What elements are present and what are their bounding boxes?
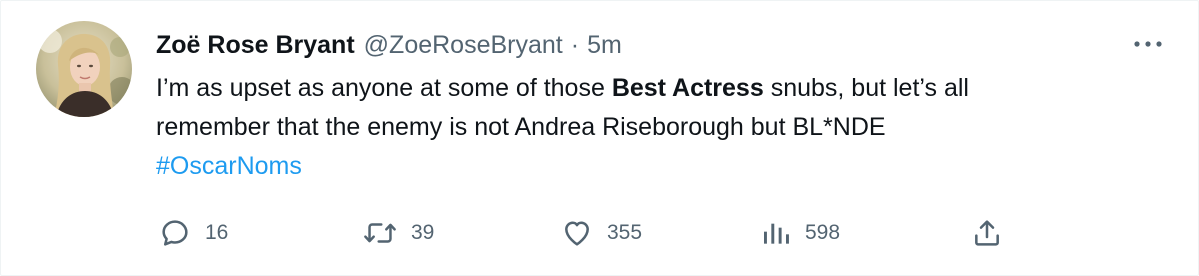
reply-count: 16 [205,221,229,244]
action-bar: 16 39 355 598 [1,213,1198,253]
like-count: 355 [607,221,643,244]
share-upload-icon [975,220,999,246]
tweet-text-segment: I’m as upset as anyone at some of those [156,74,612,102]
share-button[interactable] [971,213,1003,253]
hashtag-link[interactable]: #OscarNoms [156,152,302,180]
author-handle[interactable]: @ZoeRoseBryant [364,31,563,60]
tweet-header: Zoë Rose Bryant @ZoeRoseBryant · 5m [156,28,622,62]
more-horizontal-icon [1134,41,1162,47]
views-button[interactable]: 598 [761,213,840,253]
retweet-button[interactable]: 39 [363,213,434,253]
avatar-image [36,21,132,117]
tweet-card[interactable]: Zoë Rose Bryant @ZoeRoseBryant · 5m I’m … [0,0,1199,276]
retweet-count: 39 [411,221,435,244]
more-options-button[interactable] [1128,29,1168,59]
retweet-arrows-icon [364,223,396,243]
views-count: 598 [805,221,841,244]
bar-chart-icon [764,223,789,244]
separator-dot: · [570,30,580,59]
tweet-text-segment: snubs, but let’s all [763,74,969,102]
author-display-name[interactable]: Zoë Rose Bryant [156,31,355,60]
reply-button[interactable]: 16 [159,213,228,253]
tweet-text-line-1: I’m as upset as anyone at some of those … [156,69,1166,108]
tweet-text-bold: Best Actress [611,74,764,102]
timestamp[interactable]: 5m [587,31,622,60]
like-button[interactable]: 355 [561,213,642,253]
avatar[interactable] [36,21,132,117]
tweet-text-line-2: remember that the enemy is not Andrea Ri… [156,113,886,141]
tweet-text: I’m as upset as anyone at some of those … [156,69,1166,186]
heart-icon [565,221,589,246]
reply-bubble-icon [162,220,188,246]
